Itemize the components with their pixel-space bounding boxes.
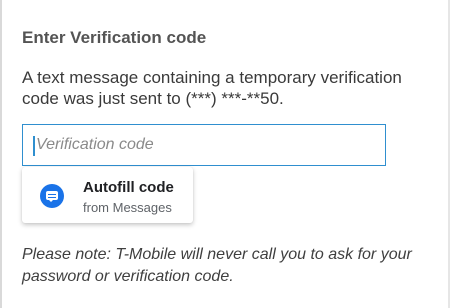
verification-code-input[interactable]: Verification code [22, 124, 386, 166]
verification-page: Enter Verification code A text message c… [0, 0, 450, 308]
instruction-text: A text message containing a temporary ve… [22, 68, 402, 108]
verification-code-placeholder: Verification code [36, 136, 154, 153]
page-title: Enter Verification code [22, 28, 207, 47]
autofill-source: from Messages [83, 200, 172, 215]
security-note: Please note: T-Mobile will never call yo… [22, 246, 412, 285]
autofill-suggestion[interactable]: Autofill code from Messages [22, 167, 193, 223]
left-divider [0, 0, 2, 308]
autofill-title: Autofill code [83, 179, 174, 196]
messages-icon [40, 184, 64, 208]
text-caret [33, 136, 35, 156]
